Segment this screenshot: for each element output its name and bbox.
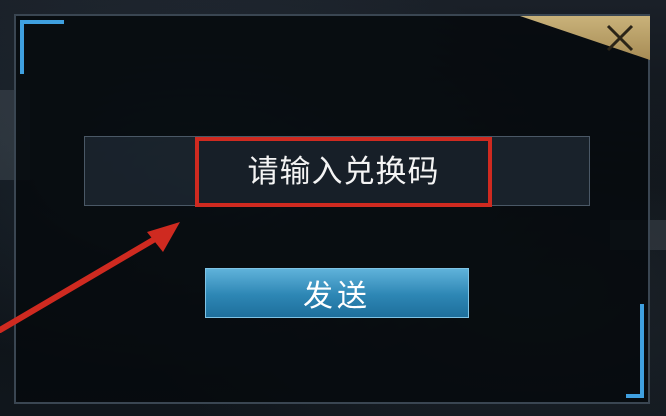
- frame-corner-bottom-right: [626, 304, 644, 398]
- send-button-label: 发送: [303, 279, 371, 314]
- send-button[interactable]: 发送: [205, 268, 469, 318]
- redeem-code-input-highlight: [195, 137, 492, 207]
- redeem-code-input[interactable]: [199, 140, 488, 204]
- frame-corner-top-left: [20, 20, 64, 74]
- redeem-code-dialog: [14, 14, 650, 404]
- game-screen: 发送: [0, 0, 666, 416]
- close-icon[interactable]: [600, 22, 640, 54]
